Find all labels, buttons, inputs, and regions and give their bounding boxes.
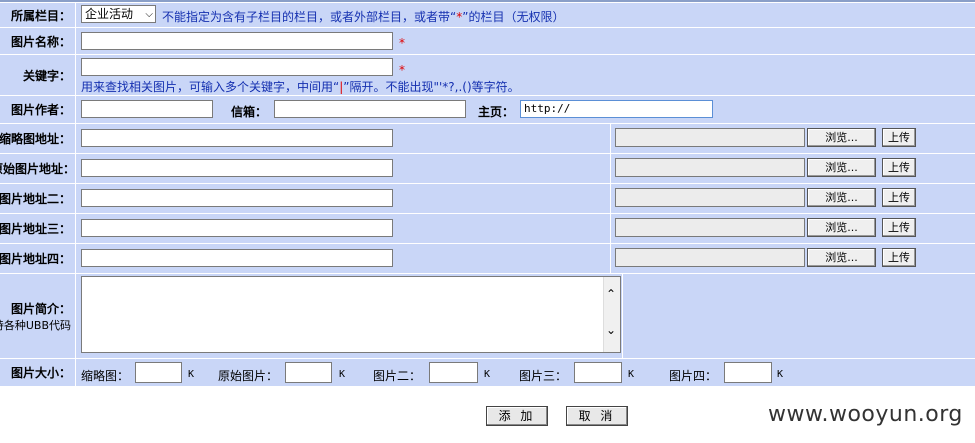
scroll-up-icon[interactable]: ⌃ [606, 287, 616, 301]
name-label: 图片名称： [0, 28, 76, 54]
browse-button[interactable]: 浏览... [807, 188, 876, 207]
size-field-label: 原始图片： [218, 369, 279, 383]
size-input[interactable] [724, 362, 772, 383]
browse-button[interactable]: 浏览... [807, 158, 876, 177]
url-row: 图片地址三： 浏览... 上传 [0, 214, 975, 244]
size-field-label: 缩略图： [81, 369, 130, 383]
url-row: 图片地址四： 浏览... 上传 [0, 244, 975, 274]
scroll-down-icon[interactable]: ⌄ [606, 323, 616, 337]
upload-button[interactable]: 上传 [882, 158, 916, 177]
intro-sublabel: 持各种UBB代码 [0, 318, 71, 332]
url-input[interactable] [81, 189, 393, 207]
keywords-hint-pre: 用来查找相关图片，可输入多个关键字，中间用“ [81, 80, 340, 94]
url-label: 图片地址二： [0, 184, 76, 213]
category-hint-post: ”的栏目（无权限） [462, 10, 565, 24]
file-path-field[interactable] [615, 248, 805, 267]
category-select[interactable]: 企业活动 ⌵ [81, 5, 156, 23]
column-divider [622, 274, 623, 358]
size-input[interactable] [135, 362, 182, 383]
intro-textarea[interactable]: ⌃ ⌄ [81, 276, 621, 353]
url-label: 原始图片地址： [0, 154, 76, 183]
keywords-hint: 用来查找相关图片，可输入多个关键字，中间用“|”隔开。不能出现"'*?,.()等… [81, 78, 520, 95]
keywords-hint-post: ”隔开。不能出现"'*?,.()等字符。 [343, 80, 520, 94]
url-label: 缩略图地址： [0, 124, 76, 153]
url-row: 缩略图地址： 浏览... 上传 [0, 124, 975, 154]
name-required-mark: * [399, 36, 405, 50]
column-divider [610, 154, 611, 183]
name-row: 图片名称： * [0, 28, 975, 55]
name-input[interactable] [81, 32, 393, 50]
chevron-down-icon: ⌵ [145, 9, 153, 20]
email-label: 信箱： [231, 105, 268, 119]
url-input[interactable] [81, 219, 393, 237]
file-path-field[interactable] [615, 128, 805, 147]
url-input[interactable] [81, 249, 393, 267]
author-label: 图片作者： [0, 96, 76, 123]
size-unit: K [628, 369, 635, 380]
keywords-input[interactable] [81, 58, 393, 76]
size-unit: K [777, 369, 784, 380]
homepage-label: 主页： [478, 105, 515, 119]
size-input[interactable] [429, 362, 478, 383]
homepage-input[interactable]: http:// [520, 100, 713, 118]
size-unit: K [339, 369, 346, 380]
category-hint-pre: 不能指定为含有子栏目的栏目，或者外部栏目，或者带“ [162, 10, 457, 24]
browse-button[interactable]: 浏览... [807, 218, 876, 237]
category-row: 所属栏目： 企业活动 ⌵ 不能指定为含有子栏目的栏目，或者外部栏目，或者带“*”… [0, 3, 975, 28]
size-field-label: 图片二： [373, 369, 422, 383]
top-border [0, 0, 975, 2]
author-input[interactable] [81, 100, 213, 118]
submit-button[interactable]: 添 加 [486, 406, 548, 426]
column-divider [610, 184, 611, 213]
column-divider [610, 214, 611, 243]
url-row: 原始图片地址： 浏览... 上传 [0, 154, 975, 184]
upload-button[interactable]: 上传 [882, 218, 916, 237]
author-row: 图片作者： 信箱： 主页： http:// [0, 96, 975, 124]
browse-button[interactable]: 浏览... [807, 248, 876, 267]
size-label: 图片大小： [0, 359, 76, 386]
file-path-field[interactable] [615, 158, 805, 177]
column-divider [610, 124, 611, 153]
browse-button[interactable]: 浏览... [807, 128, 876, 147]
keywords-required-mark: * [399, 63, 405, 77]
upload-button[interactable]: 上传 [882, 128, 916, 147]
cancel-button[interactable]: 取 消 [566, 406, 628, 426]
category-label: 所属栏目： [0, 3, 76, 27]
size-field-label: 图片四： [669, 369, 718, 383]
url-input[interactable] [81, 159, 393, 177]
url-input[interactable] [81, 129, 393, 147]
file-path-field[interactable] [615, 188, 805, 207]
category-selected: 企业活动 [85, 7, 134, 21]
textarea-scrollbar[interactable]: ⌃ ⌄ [603, 277, 620, 352]
upload-button[interactable]: 上传 [882, 248, 916, 267]
category-hint: 不能指定为含有子栏目的栏目，或者外部栏目，或者带“*”的栏目（无权限） [162, 8, 564, 25]
size-field-label: 图片三： [519, 369, 568, 383]
size-row: 图片大小： 缩略图： K 原始图片： K 图片二： K 图片三： K 图片四： … [0, 359, 975, 387]
url-label: 图片地址三： [0, 214, 76, 243]
url-label: 图片地址四： [0, 244, 76, 273]
size-input[interactable] [574, 362, 622, 383]
keywords-row: 关键字： * 用来查找相关图片，可输入多个关键字，中间用“|”隔开。不能出现"'… [0, 55, 975, 96]
watermark: www.wooyun.org [768, 402, 963, 427]
file-path-field[interactable] [615, 218, 805, 237]
intro-label: 图片简介： [10, 301, 71, 316]
size-unit: K [188, 369, 195, 380]
keywords-label: 关键字： [0, 55, 76, 95]
url-row: 图片地址二： 浏览... 上传 [0, 184, 975, 214]
size-unit: K [484, 369, 491, 380]
column-divider [610, 244, 611, 273]
upload-button[interactable]: 上传 [882, 188, 916, 207]
intro-label-cell: 图片简介： 持各种UBB代码 [0, 274, 76, 358]
size-input[interactable] [285, 362, 332, 383]
email-input[interactable] [274, 100, 466, 118]
